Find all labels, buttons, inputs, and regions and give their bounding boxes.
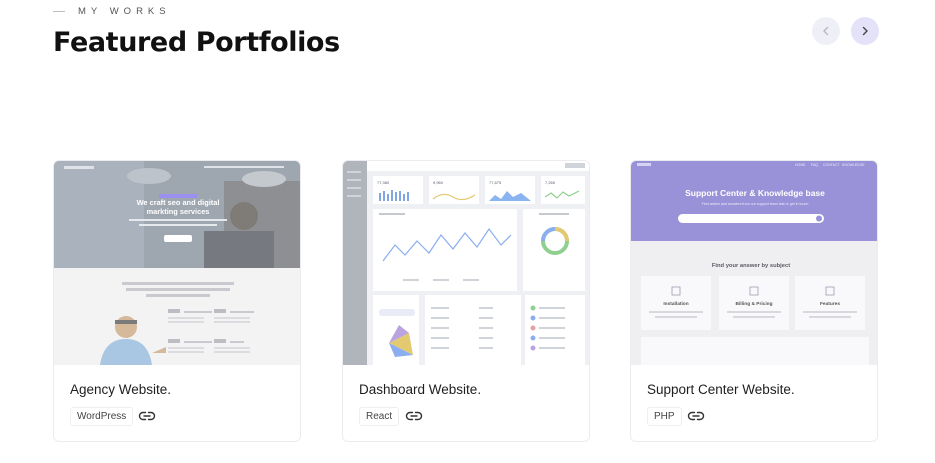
- portfolio-tag: WordPress: [70, 407, 134, 426]
- svg-text:KNOWLEDGE: KNOWLEDGE: [842, 163, 865, 167]
- eyebrow-divider: [53, 11, 65, 12]
- svg-text:FAQ: FAQ: [811, 163, 818, 167]
- svg-text:markting services: markting services: [147, 207, 210, 216]
- link-icon[interactable]: [138, 407, 156, 425]
- page-title: Featured Portfolios: [53, 27, 340, 58]
- portfolio-card-agency[interactable]: We craft seo and digital markting servic…: [53, 160, 301, 442]
- svg-text:9,960: 9,960: [433, 180, 444, 185]
- svg-text:HOME: HOME: [795, 163, 806, 167]
- svg-text:Find advice and answers from o: Find advice and answers from our support…: [702, 202, 809, 206]
- svg-text:Features: Features: [820, 301, 840, 307]
- portfolio-card-dashboard[interactable]: 77,380 9,960 77,875 7,265 Dashboard Webs…: [342, 160, 590, 442]
- link-icon[interactable]: [405, 407, 423, 425]
- portfolio-thumbnail-agency[interactable]: We craft seo and digital markting servic…: [54, 161, 300, 365]
- support-section-title: Find your answer by subject: [712, 263, 790, 269]
- svg-text:Installation: Installation: [663, 301, 688, 307]
- svg-text:7,265: 7,265: [545, 180, 556, 185]
- link-icon[interactable]: [687, 407, 705, 425]
- stat-value: 77,380: [377, 180, 390, 185]
- svg-text:CONTACT: CONTACT: [823, 163, 841, 167]
- carousel-next-button[interactable]: [851, 17, 879, 45]
- svg-text:77,875: 77,875: [489, 180, 502, 185]
- portfolio-thumbnail-dashboard[interactable]: 77,380 9,960 77,875 7,265: [343, 161, 589, 365]
- svg-text:Billing & Pricing: Billing & Pricing: [735, 301, 772, 307]
- portfolio-card-support-center[interactable]: HOME FAQ CONTACT KNOWLEDGE Support Cente…: [630, 160, 878, 442]
- portfolio-tag: PHP: [647, 407, 682, 426]
- support-hero-title: Support Center & Knowledge base: [685, 188, 825, 198]
- portfolio-thumbnail-support-center[interactable]: HOME FAQ CONTACT KNOWLEDGE Support Cente…: [631, 161, 877, 365]
- chevron-left-icon: [823, 26, 829, 36]
- portfolio-title[interactable]: Dashboard Website.: [359, 382, 481, 397]
- carousel-prev-button[interactable]: [812, 17, 840, 45]
- portfolio-title[interactable]: Support Center Website.: [647, 382, 795, 397]
- chevron-right-icon: [862, 26, 868, 36]
- section-eyebrow: MY WORKS: [53, 6, 171, 17]
- portfolio-tag: React: [359, 407, 400, 426]
- portfolio-title[interactable]: Agency Website.: [70, 382, 171, 397]
- agency-hero-title: We craft seo and digital: [137, 198, 220, 207]
- eyebrow-text: MY WORKS: [78, 6, 171, 17]
